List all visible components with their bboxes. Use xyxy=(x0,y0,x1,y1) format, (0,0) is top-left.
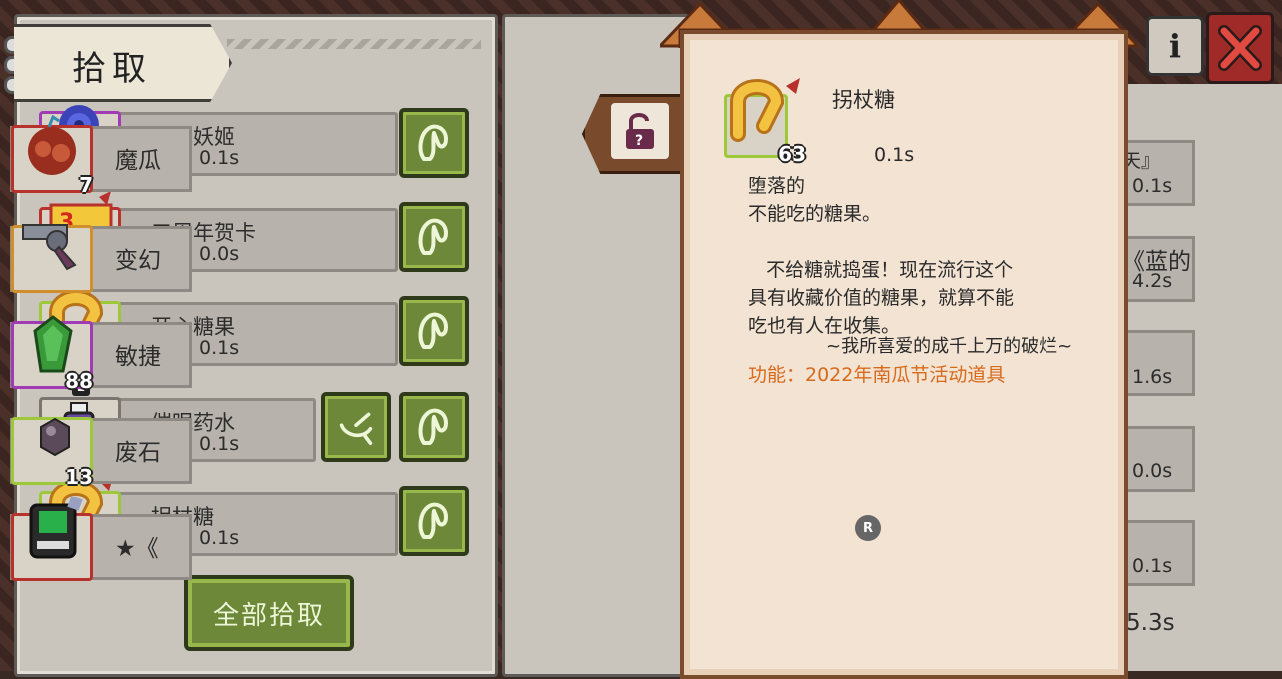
item-slot[interactable] xyxy=(11,497,97,585)
popup-item-count: 63 xyxy=(778,142,806,166)
pickup-hand-button[interactable] xyxy=(399,202,469,272)
pickup-hand-button[interactable] xyxy=(399,108,469,178)
emerald-device-icon xyxy=(29,497,83,559)
popup-item-slot: 63 xyxy=(724,78,808,166)
item-time: 0.1s xyxy=(199,147,240,169)
close-icon xyxy=(1218,25,1262,71)
hand-icon xyxy=(418,218,448,255)
item-slot[interactable]: 88 xyxy=(11,311,97,393)
item-name: ★《 xyxy=(115,536,159,562)
right-row[interactable] xyxy=(1118,426,1195,492)
right-item-time: 0.0s xyxy=(1132,460,1173,482)
backpack-row[interactable]: 88 敏捷 xyxy=(10,315,192,393)
item-count: 7 xyxy=(79,173,93,197)
close-button[interactable] xyxy=(1206,12,1274,84)
drink-icon xyxy=(339,412,373,445)
backpack-row[interactable]: ★《 xyxy=(10,497,192,581)
hand-icon xyxy=(418,408,448,445)
pickup-hand-button[interactable] xyxy=(399,296,469,366)
item-name: 敏捷 xyxy=(115,344,161,370)
hand-icon xyxy=(418,124,448,161)
stone-icon xyxy=(40,417,70,457)
popup-item-name: 拐杖糖 xyxy=(832,88,895,112)
panel-zigzag-decoration xyxy=(227,39,481,49)
popup-function: 功能：2022年南瓜节活动道具 xyxy=(748,364,1006,386)
popup-item-time: 0.1s xyxy=(874,144,915,166)
item-time: 0.1s xyxy=(199,433,240,455)
hand-icon xyxy=(418,312,448,349)
right-item-time: 0.1s xyxy=(1132,175,1173,197)
backpack-row[interactable]: 13 废石 xyxy=(10,417,192,489)
unlock-icon: ? xyxy=(626,113,654,149)
right-total-time: 5.3s xyxy=(1126,610,1175,636)
pickup-hand-button[interactable] xyxy=(399,486,469,556)
pickup-hand-button[interactable] xyxy=(399,392,469,462)
item-name: 魔瓜 xyxy=(115,148,161,174)
item-time: 0.1s xyxy=(199,527,240,549)
item-time: 0.0s xyxy=(199,243,240,265)
pickup-title: 拾取 xyxy=(72,49,152,89)
svg-text:?: ? xyxy=(635,133,643,149)
item-name: 废石 xyxy=(115,440,161,466)
item-info-popup: 63 拐杖糖 0.1s 堕落的 不能吃的糖果。 不给糖就捣蛋！现在流行这个 具有… xyxy=(680,30,1128,679)
revolver-icon xyxy=(22,224,77,271)
use-button[interactable] xyxy=(321,392,391,462)
item-time: 0.1s xyxy=(199,337,240,359)
pumpkin-icon xyxy=(28,115,76,175)
right-item-time: 4.2s xyxy=(1132,270,1173,292)
popup-signature: ~我所喜爱的成千上万的破烂~ xyxy=(826,336,1073,357)
pickup-title-tab: 拾取 xyxy=(14,24,232,102)
info-button[interactable]: i xyxy=(1146,16,1204,76)
right-item-time: 0.1s xyxy=(1132,555,1173,577)
backpack-row[interactable]: 变幻 xyxy=(10,224,192,293)
right-item-time: 1.6s xyxy=(1132,366,1173,388)
item-count: 88 xyxy=(65,369,93,393)
green-gem-icon xyxy=(33,315,73,373)
item-slot[interactable] xyxy=(11,215,97,297)
pick-all-button[interactable]: 全部拾取 xyxy=(184,575,354,651)
popup-description: 堕落的 不能吃的糖果。 不给糖就捣蛋！现在流行这个 具有收藏价值的糖果，就算不能… xyxy=(748,175,1015,337)
item-count: 13 xyxy=(65,465,93,489)
r-badge: R xyxy=(855,515,881,541)
item-slot[interactable]: 7 xyxy=(11,115,97,197)
candy-cane-icon xyxy=(730,78,800,142)
hand-icon xyxy=(418,502,448,539)
item-name: 变幻 xyxy=(115,248,161,274)
lock-tab[interactable]: ? xyxy=(582,94,684,174)
backpack-row[interactable]: 7 魔瓜 xyxy=(10,115,192,197)
item-slot[interactable]: 13 xyxy=(11,407,97,489)
